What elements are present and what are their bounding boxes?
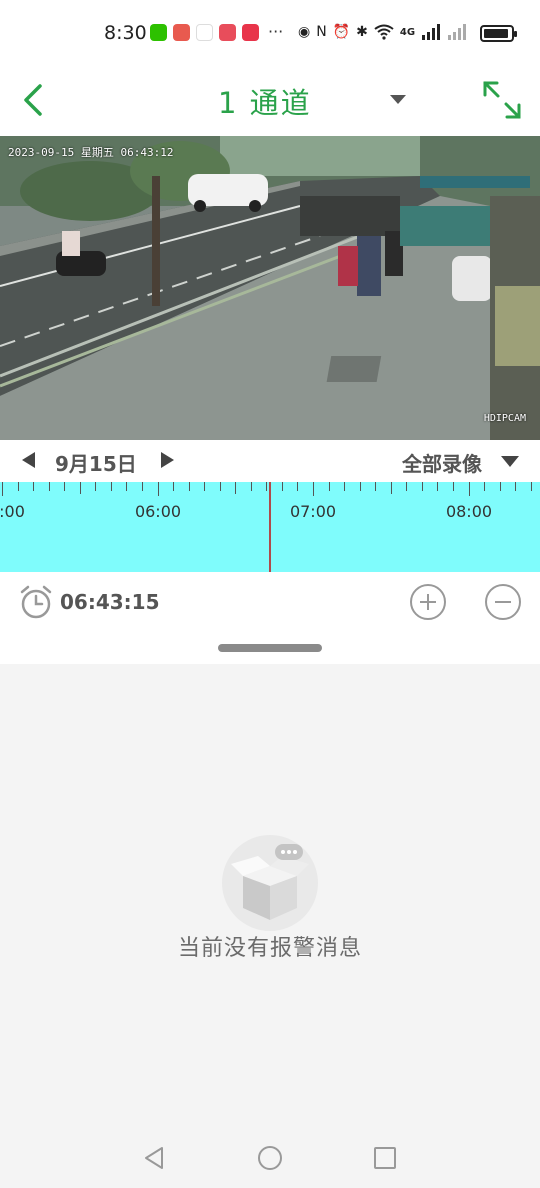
timeline-label: 06:00: [134, 502, 182, 521]
signal-icon-2: [448, 24, 467, 40]
timeline-tick: [188, 482, 190, 491]
wechat-icon: [150, 24, 167, 41]
timeline-tick: [235, 482, 237, 494]
next-day-icon[interactable]: [161, 452, 174, 468]
wifi-icon: [374, 24, 394, 40]
network-type: 4G: [399, 26, 416, 38]
timeline-tick: [157, 482, 159, 496]
timeline-tick: [359, 482, 361, 491]
timeline-tick: [344, 482, 346, 491]
notification-icons: [150, 24, 259, 41]
timeline-tick: [266, 482, 268, 491]
recording-timeline[interactable]: :00 06:00 07:00 08:00: [0, 482, 540, 572]
channel-title[interactable]: 1 通道: [218, 80, 312, 122]
timeline-tick: [110, 482, 112, 491]
more-notifications: ···: [268, 22, 284, 41]
recording-filter[interactable]: 全部录像: [402, 448, 482, 477]
timeline-tick: [250, 482, 252, 491]
timeline-cursor[interactable]: [269, 482, 271, 572]
bluetooth-icon: ✱: [356, 24, 368, 40]
timeline-tick: [33, 482, 35, 491]
timeline-tick: [95, 482, 97, 491]
system-icons: ◉ N ⏰ ✱ 4G: [298, 24, 467, 40]
nfc-icon: N: [316, 24, 327, 40]
camera-video-feed[interactable]: 2023-09-15 星期五 06:43:12 HDIPCAM: [0, 136, 540, 440]
qq-icon: [196, 24, 213, 41]
plus-circle-icon[interactable]: [410, 584, 446, 620]
alarm-message-list: 当前没有报警消息: [0, 664, 540, 1126]
timeline-tick: [141, 482, 143, 491]
selected-date[interactable]: 9月15日: [55, 448, 137, 477]
app-icon-red: [173, 24, 190, 41]
eye-icon: ◉: [298, 24, 311, 40]
video-timestamp: 2023-09-15 星期五 06:43:12: [8, 146, 174, 159]
camera-label: HDIPCAM: [483, 413, 526, 424]
timeline-tick: [313, 482, 314, 496]
current-playback-time: 06:43:15: [60, 590, 160, 614]
circle-home-icon[interactable]: [258, 1146, 282, 1170]
timeline-tick: [499, 482, 501, 491]
playback-controls: 06:43:15: [0, 572, 540, 664]
timeline-tick: [484, 482, 486, 491]
timeline-tick: [406, 482, 408, 491]
timeline-tick: [297, 482, 299, 491]
timeline-tick: [219, 482, 221, 491]
timeline-tick: [468, 482, 470, 496]
app-icon-pink: [219, 24, 236, 41]
timeline-tick: [437, 482, 439, 491]
triangle-back-icon[interactable]: [142, 1146, 166, 1170]
date-selector-bar: 9月15日 全部录像: [0, 440, 540, 482]
timeline-tick: [204, 482, 206, 491]
timeline-tick: [421, 482, 423, 491]
timeline-tick: [281, 482, 283, 491]
timeline-tick: [530, 482, 532, 491]
timeline-tick: [515, 482, 517, 491]
signal-icon: [422, 24, 441, 40]
timeline-tick: [79, 482, 81, 494]
minus-circle-icon[interactable]: [485, 584, 521, 620]
timeline-label: 07:00: [289, 502, 337, 521]
timeline-tick: [17, 482, 19, 491]
timeline-tick: [173, 482, 175, 491]
timeline-tick: [126, 482, 128, 491]
status-time: 8:30: [104, 22, 147, 44]
system-nav-bar: [0, 1126, 540, 1188]
app-header: 1 通道: [0, 68, 540, 136]
empty-box-icon: [222, 835, 318, 931]
alarm-icon: ⏰: [332, 24, 351, 40]
timeline-label: 08:00: [445, 502, 493, 521]
battery-icon: [480, 25, 517, 42]
status-bar: 8:30 ··· ◉ N ⏰ ✱ 4G: [0, 0, 540, 68]
app-icon-heart: [242, 24, 259, 41]
empty-message: 当前没有报警消息: [177, 936, 362, 961]
timeline-label: :00: [0, 502, 25, 521]
drag-handle[interactable]: [218, 644, 322, 652]
alarm-clock-icon: [20, 585, 52, 619]
chevron-left-icon[interactable]: [14, 78, 54, 122]
timeline-tick: [64, 482, 66, 491]
timeline-tick: [2, 482, 3, 496]
timeline-tick: [452, 482, 454, 491]
timeline-tick: [48, 482, 50, 491]
fullscreen-icon[interactable]: [480, 78, 524, 122]
square-recent-icon[interactable]: [374, 1147, 396, 1169]
chevron-down-icon[interactable]: [390, 95, 406, 104]
timeline-tick: [390, 482, 392, 494]
timeline-tick: [375, 482, 377, 491]
chevron-down-icon[interactable]: [501, 456, 519, 467]
camera-scene: [0, 136, 540, 440]
timeline-tick: [328, 482, 330, 491]
previous-day-icon[interactable]: [22, 452, 35, 468]
